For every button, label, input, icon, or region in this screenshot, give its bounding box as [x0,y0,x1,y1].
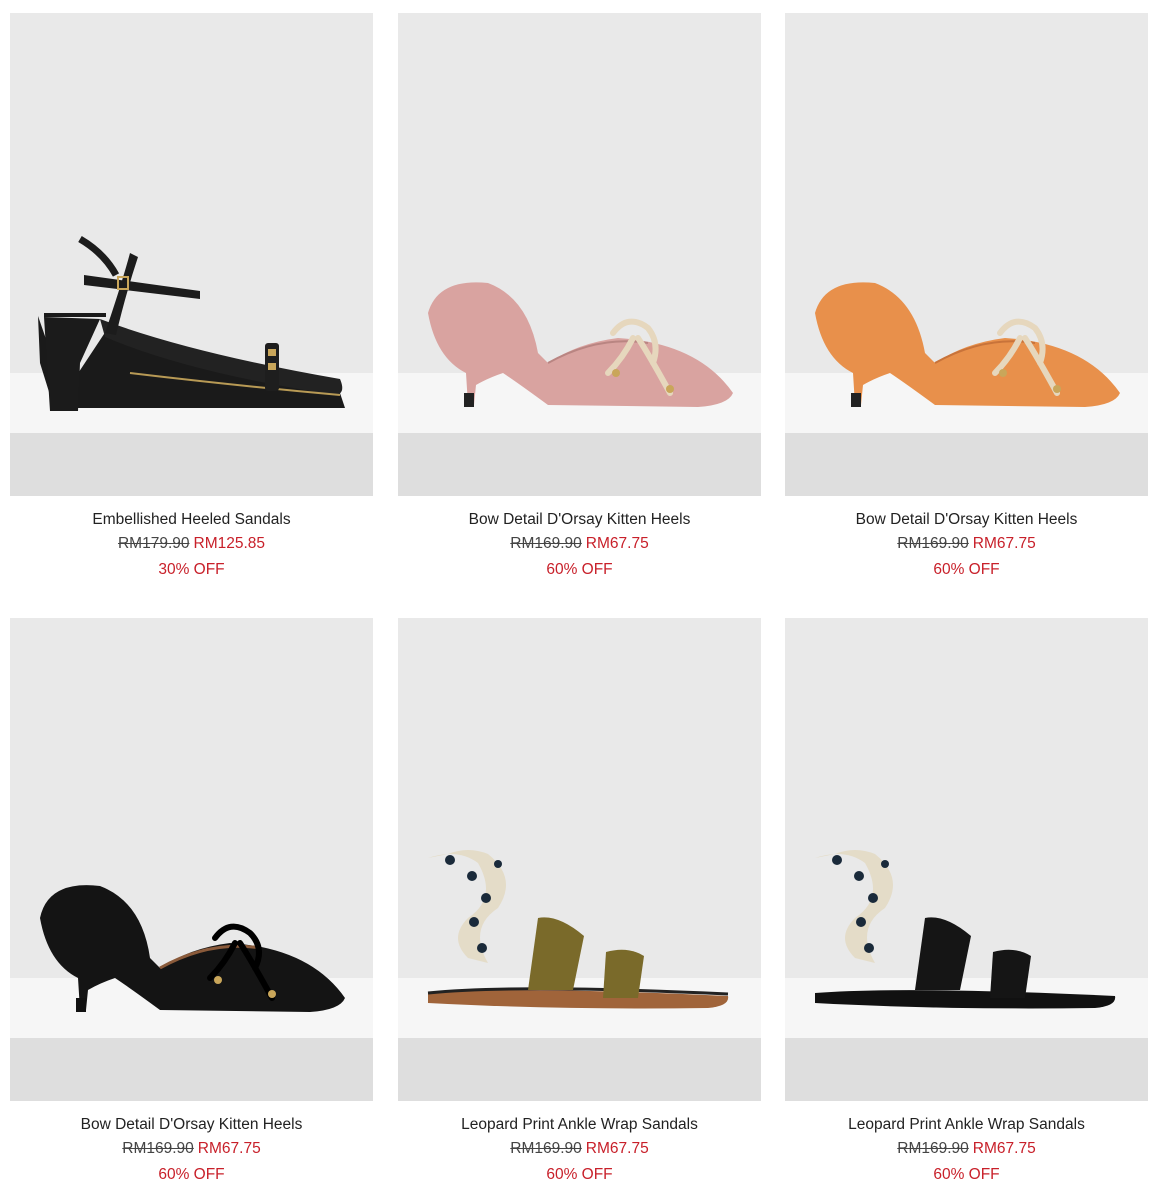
black-wrap-sandal-image [785,618,1148,1101]
product-card[interactable]: Leopard Print Ankle Wrap Sandals RM169.9… [785,618,1148,1188]
product-name[interactable]: Leopard Print Ankle Wrap Sandals [398,1114,761,1136]
product-card[interactable]: Embellished Heeled Sandals RM179.90 RM125… [10,13,373,583]
discount-label: 60% OFF [546,561,613,578]
price-row: RM169.90 RM67.75 [398,531,761,557]
sale-price: RM67.75 [972,1140,1036,1157]
black-kitten-heel-image [10,618,373,1101]
orange-kitten-heel-image [785,13,1148,496]
product-card[interactable]: Leopard Print Ankle Wrap Sandals RM169.9… [398,618,761,1188]
product-image[interactable] [785,13,1148,496]
product-image[interactable] [785,618,1148,1101]
price-row: RM169.90 RM67.75 [398,1136,761,1162]
product-card[interactable]: Bow Detail D'Orsay Kitten Heels RM169.90… [398,13,761,583]
black-heeled-sandal-image [10,13,373,496]
product-image[interactable] [10,13,373,496]
price-row: RM169.90 RM67.75 [10,1136,373,1162]
sale-price: RM67.75 [972,535,1036,552]
sale-price: RM67.75 [585,1140,649,1157]
discount-label: 60% OFF [158,1166,225,1183]
original-price: RM169.90 [122,1140,194,1157]
discount-label: 60% OFF [933,1166,1000,1183]
sale-price: RM67.75 [585,535,649,552]
discount-label: 60% OFF [933,561,1000,578]
price-row: RM179.90 RM125.85 [10,531,373,557]
product-card[interactable]: Bow Detail D'Orsay Kitten Heels RM169.90… [10,618,373,1188]
sale-price: RM125.85 [193,535,266,552]
discount-label: 30% OFF [158,561,225,578]
pink-kitten-heel-image [398,13,761,496]
olive-wrap-sandal-image [398,618,761,1101]
product-name[interactable]: Leopard Print Ankle Wrap Sandals [785,1114,1148,1136]
product-image[interactable] [398,13,761,496]
original-price: RM169.90 [897,1140,969,1157]
original-price: RM169.90 [897,535,969,552]
product-name[interactable]: Embellished Heeled Sandals [10,509,373,531]
product-grid: Embellished Heeled Sandals RM179.90 RM125… [0,0,1157,1191]
discount-label: 60% OFF [546,1166,613,1183]
product-image[interactable] [398,618,761,1101]
product-name[interactable]: Bow Detail D'Orsay Kitten Heels [10,1114,373,1136]
sale-price: RM67.75 [197,1140,261,1157]
price-row: RM169.90 RM67.75 [785,1136,1148,1162]
original-price: RM169.90 [510,535,582,552]
price-row: RM169.90 RM67.75 [785,531,1148,557]
product-image[interactable] [10,618,373,1101]
product-card[interactable]: Bow Detail D'Orsay Kitten Heels RM169.90… [785,13,1148,583]
product-name[interactable]: Bow Detail D'Orsay Kitten Heels [785,509,1148,531]
original-price: RM169.90 [510,1140,582,1157]
product-name[interactable]: Bow Detail D'Orsay Kitten Heels [398,509,761,531]
original-price: RM179.90 [117,535,190,552]
